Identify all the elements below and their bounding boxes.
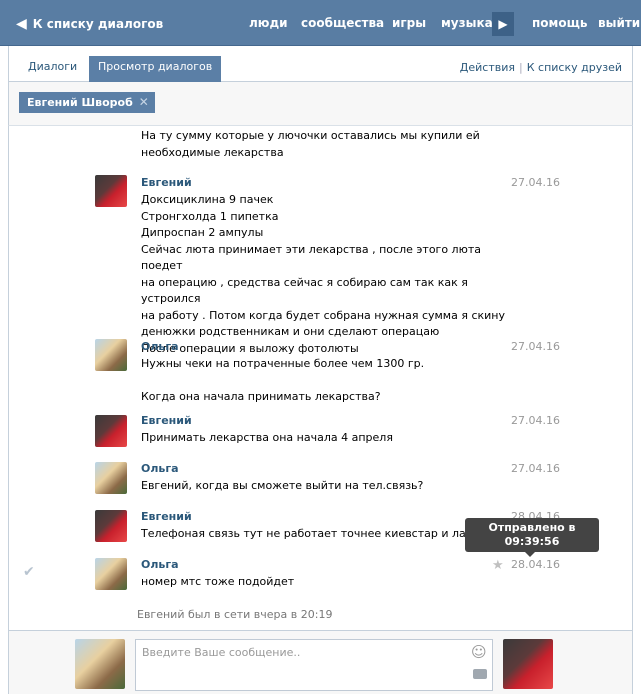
message-line: Евгений, когда вы сможете выйти на тел.с… — [141, 479, 424, 492]
message-text: Евгений, когда вы сможете выйти на тел.с… — [141, 478, 511, 495]
nav-communities[interactable]: сообщества — [301, 16, 384, 30]
tabs-bar: Диалоги Просмотр диалогов Действия | К спи… — [8, 46, 633, 82]
user-filter-chip[interactable]: Евгений Швороб ✕ — [19, 92, 155, 113]
tab-dialogs[interactable]: Диалоги — [19, 56, 86, 82]
message-line: Стронгхолда 1 пипетка — [141, 209, 279, 223]
avatar[interactable] — [503, 639, 553, 689]
avatar[interactable] — [95, 558, 127, 590]
nav-games[interactable]: игры — [392, 16, 426, 30]
filter-bar: Евгений Швороб ✕ — [8, 82, 633, 126]
tooltip-tail — [525, 552, 535, 557]
message-line: номер мтс тоже подойдет — [141, 575, 295, 588]
tooltip-line: 09:39:56 — [504, 535, 560, 548]
message-date: 27.04.16 — [511, 176, 560, 189]
tab-view-dialogs[interactable]: Просмотр диалогов — [89, 56, 222, 82]
message-date: 27.04.16 — [511, 414, 560, 427]
music-play-icon[interactable]: ▶ — [492, 12, 514, 36]
message-text: Принимать лекарства она начала 4 апреля — [141, 430, 511, 447]
message-author[interactable]: Ольга — [141, 462, 179, 475]
back-to-dialogs-label: К списку диалогов — [32, 17, 164, 31]
message-line: на работу . Потом когда будет собрана ну… — [141, 308, 505, 322]
nav-help[interactable]: помощь — [532, 16, 587, 30]
message-line: Дипроспан 2 ампулы — [141, 226, 264, 239]
message-author[interactable]: Евгений — [141, 176, 192, 189]
message-line: Телефоная связь тут не работает точнее к… — [141, 527, 483, 540]
message-line: Нужны чеки на потраченные более чем 1300… — [141, 357, 425, 370]
message-date: 27.04.16 — [511, 340, 560, 353]
messages-panel: На ту сумму которые у лючочки оставались… — [8, 126, 633, 630]
message-line: необходимые лекарства — [141, 145, 284, 159]
message-author[interactable]: Евгений — [141, 510, 192, 523]
message-date: 28.04.16 — [511, 558, 560, 571]
friends-list-link[interactable]: К списку друзей — [527, 61, 622, 74]
message-line — [141, 373, 511, 390]
message-line: После операции я выложу фотолюты — [141, 341, 359, 355]
message-line: Принимать лекарства она начала 4 апреля — [141, 431, 393, 444]
message-text: Доксициклина 9 пачек Стронгхолда 1 пипет… — [141, 192, 511, 357]
message-text: Нужны чеки на потраченные более чем 1300… — [141, 356, 511, 406]
actions-link[interactable]: Действия — [460, 61, 515, 74]
message-text: номер мтс тоже подойдет — [141, 574, 511, 591]
message-line: на операцию , средства сейчас я собираю … — [141, 275, 468, 306]
message-line: Доксициклина 9 пачек — [141, 193, 274, 206]
close-icon[interactable]: ✕ — [139, 92, 149, 113]
smile-icon[interactable]: ☺ — [471, 643, 487, 661]
chevron-left-icon: ◀ — [16, 16, 27, 32]
camera-icon[interactable] — [473, 669, 487, 679]
message-line: На ту сумму которые у лючочки оставались… — [141, 129, 480, 142]
avatar[interactable] — [95, 175, 127, 207]
message-input[interactable]: Введите Ваше сообщение.. — [135, 639, 493, 691]
avatar[interactable] — [75, 639, 125, 689]
nav-music[interactable]: музыка — [441, 16, 493, 30]
tabs-links: Действия | К списку друзей — [460, 61, 622, 74]
message-author[interactable]: Ольга — [141, 558, 179, 571]
avatar[interactable] — [95, 462, 127, 494]
message-line: денюжки родственникам и они сделают опер… — [141, 325, 440, 338]
message-composer: Введите Ваше сообщение.. ☺ — [8, 630, 633, 694]
message-text: На ту сумму которые у лючочки оставались… — [141, 128, 511, 161]
separator: | — [519, 61, 523, 74]
avatar[interactable] — [95, 415, 127, 447]
message-author[interactable]: Евгений — [141, 414, 192, 427]
avatar[interactable] — [95, 510, 127, 542]
star-icon[interactable]: ★ — [492, 558, 504, 573]
top-navigation-bar: ◀ К списку диалогов люди сообщества игры… — [0, 0, 641, 46]
nav-people[interactable]: люди — [249, 16, 288, 30]
sent-time-tooltip: Отправлено в 09:39:56 — [465, 518, 599, 557]
message-line: Когда она начала принимать лекарства? — [141, 390, 381, 403]
message-text: Телефоная связь тут не работает точнее к… — [141, 526, 511, 543]
message-line: Сейчас люта принимает эти лекарства , по… — [141, 242, 482, 273]
back-to-dialogs-link[interactable]: ◀ К списку диалогов — [16, 16, 163, 32]
last-seen-status: Евгений был в сети вчера в 20:19 — [137, 608, 333, 621]
message-date: 27.04.16 — [511, 462, 560, 475]
nav-logout[interactable]: выйти — [598, 16, 640, 30]
message-author[interactable]: Ольга — [141, 340, 179, 353]
check-icon[interactable]: ✔ — [23, 564, 35, 580]
user-filter-label: Евгений Швороб — [27, 96, 133, 109]
avatar[interactable] — [95, 339, 127, 371]
tooltip-line: Отправлено в — [488, 521, 576, 534]
